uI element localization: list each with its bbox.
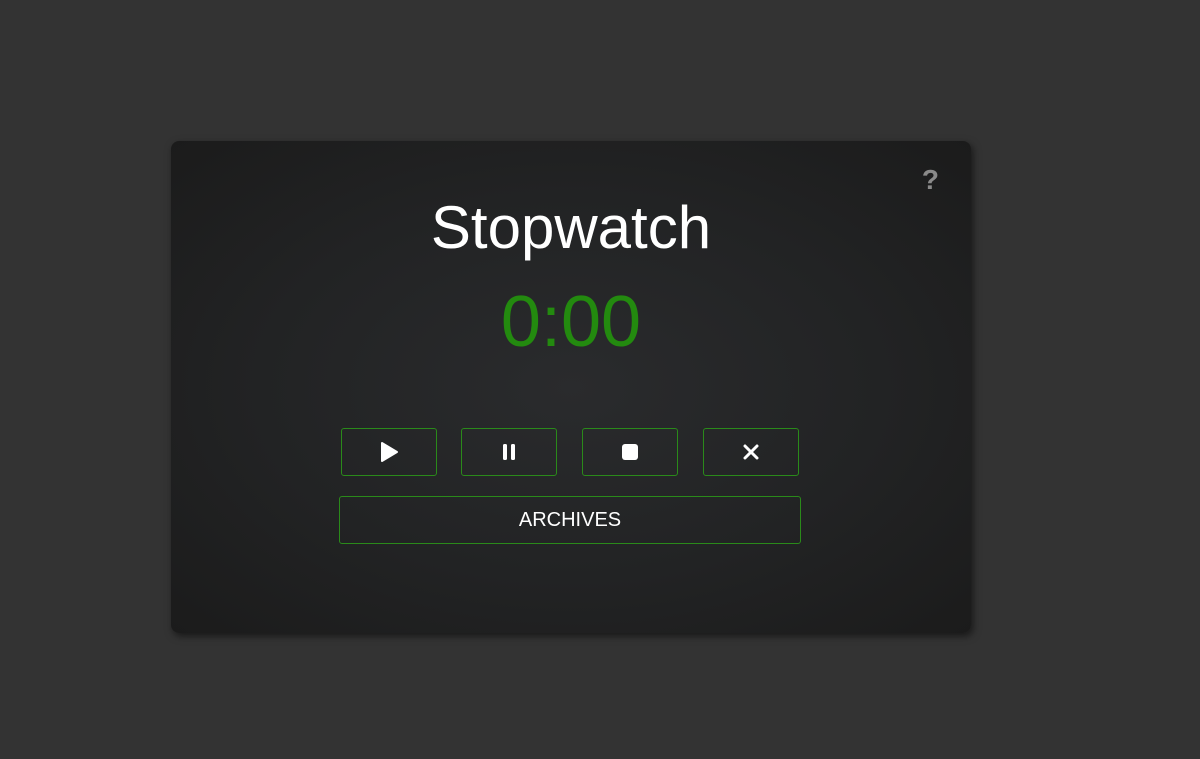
stopwatch-card: ? Stopwatch 0:00 ARCHIVES	[171, 141, 971, 633]
archives-button[interactable]: ARCHIVES	[339, 496, 801, 544]
close-icon	[743, 444, 759, 460]
pause-button[interactable]	[461, 428, 557, 476]
reset-button[interactable]	[703, 428, 799, 476]
time-display: 0:00	[500, 282, 642, 362]
help-icon[interactable]: ?	[922, 163, 939, 197]
play-button[interactable]	[341, 428, 437, 476]
page-title: Stopwatch	[430, 194, 712, 261]
play-icon	[381, 442, 398, 462]
stop-button[interactable]	[582, 428, 678, 476]
pause-icon	[503, 444, 515, 460]
stop-icon	[622, 444, 638, 460]
